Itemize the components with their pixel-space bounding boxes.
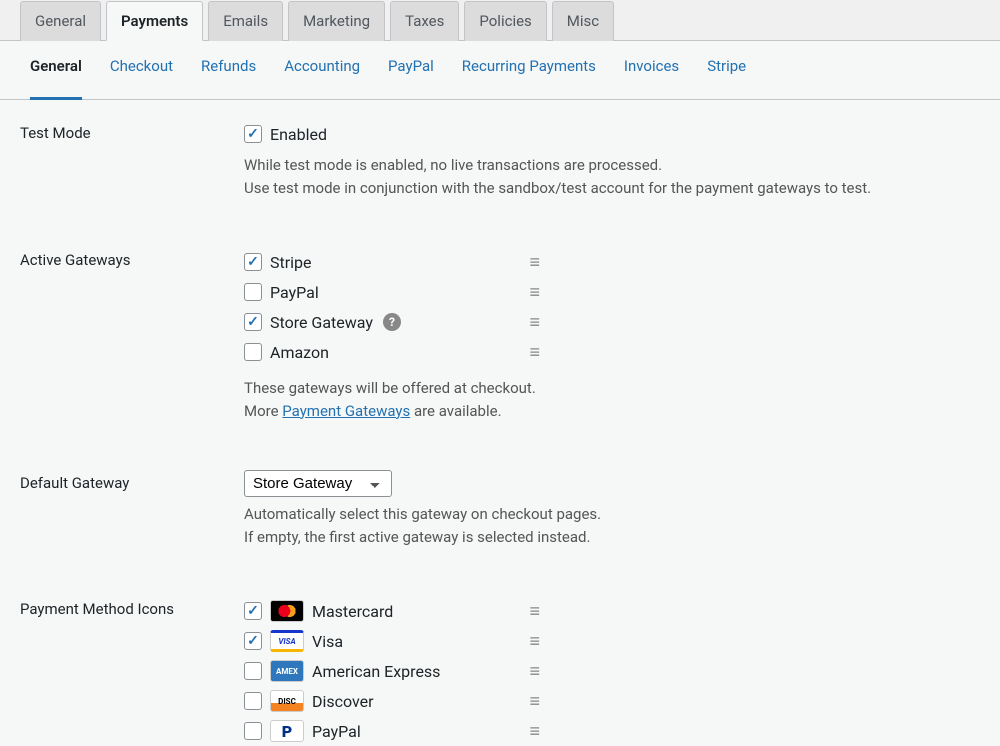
checkbox-icon-visa[interactable] [244,632,262,650]
payment-icon-row-discover: DISC Discover ≡ [244,686,544,716]
main-tab-payments[interactable]: Payments [106,1,203,41]
checkbox-label-test-mode: Enabled [270,125,327,144]
sub-tab-recurring-payments[interactable]: Recurring Payments [462,53,596,87]
setting-default-gateway: Default Gateway StripePayPalStore Gatewa… [20,470,980,548]
payment-icon-label: American Express [312,662,440,681]
drag-handle-icon[interactable]: ≡ [525,721,544,742]
desc-gateways-1: These gateways will be offered at checko… [244,379,536,397]
sub-tabs: General Checkout Refunds Accounting PayPal Re… [0,41,1000,100]
card-brand-icon: DISC [270,690,304,712]
payment-icon-label: PayPal [312,722,361,741]
checkbox-gateway-paypal[interactable] [244,283,262,301]
payment-icon-row-paypal: P PayPal ≡ [244,716,544,746]
help-icon[interactable]: ? [383,313,401,331]
setting-payment-icons: Payment Method Icons Mastercard ≡ VISA Visa… [20,596,980,746]
desc-gateways-more-post: are available. [410,402,501,420]
main-tab-policies[interactable]: Policies [464,1,546,41]
label-payment-icons: Payment Method Icons [20,596,244,618]
checkbox-test-mode[interactable] [244,125,262,143]
main-tabs: GeneralPaymentsEmailsMarketingTaxesPolic… [0,0,1000,41]
payment-icon-label: Mastercard [312,602,393,621]
sub-tab-refunds[interactable]: Refunds [201,53,256,87]
drag-handle-icon[interactable]: ≡ [525,601,544,622]
drag-handle-icon[interactable]: ≡ [525,661,544,682]
gateway-label: Amazon [270,343,329,362]
sub-tab-checkout[interactable]: Checkout [110,53,173,87]
desc-gateways-more-pre: More [244,402,282,420]
checkbox-gateway-amazon[interactable] [244,343,262,361]
gateway-label: Store Gateway [270,313,373,332]
card-brand-icon [270,600,304,622]
setting-active-gateways: Active Gateways Stripe≡PayPal≡Store Gate… [20,247,980,422]
drag-handle-icon[interactable]: ≡ [525,342,544,363]
gateway-label: Stripe [270,253,312,272]
sub-tab-paypal[interactable]: PayPal [388,53,434,87]
sub-tab-accounting[interactable]: Accounting [284,53,360,87]
checkbox-icon-mastercard[interactable] [244,602,262,620]
checkbox-gateway-stripe[interactable] [244,253,262,271]
card-brand-icon: P [270,720,304,742]
label-default-gateway: Default Gateway [20,470,244,492]
main-tab-general[interactable]: General [20,1,101,41]
setting-test-mode: Test Mode Enabled While test mode is ena… [20,120,980,199]
main-tab-misc[interactable]: Misc [552,1,614,41]
sub-tab-general[interactable]: General [30,53,82,100]
desc-default-gateway-1: Automatically select this gateway on che… [244,503,980,526]
desc-test-mode-2: Use test mode in conjunction with the sa… [244,177,980,200]
checkbox-gateway-store-gateway[interactable] [244,313,262,331]
drag-handle-icon[interactable]: ≡ [525,252,544,273]
link-payment-gateways[interactable]: Payment Gateways [282,402,410,420]
payment-icon-row-mastercard: Mastercard ≡ [244,596,544,626]
select-default-gateway[interactable]: StripePayPalStore GatewayAmazon [244,470,392,497]
checkbox-icon-discover[interactable] [244,692,262,710]
gateway-row-stripe: Stripe ≡ [244,247,544,277]
gateway-label: PayPal [270,283,319,302]
desc-test-mode-1: While test mode is enabled, no live tran… [244,154,980,177]
payment-icon-label: Visa [312,632,343,651]
drag-handle-icon[interactable]: ≡ [525,691,544,712]
gateway-row-amazon: Amazon ≡ [244,337,544,367]
drag-handle-icon[interactable]: ≡ [525,282,544,303]
desc-default-gateway-2: If empty, the first active gateway is se… [244,526,980,549]
payment-icon-row-visa: VISA Visa ≡ [244,626,544,656]
checkbox-icon-paypal[interactable] [244,722,262,740]
main-tab-emails[interactable]: Emails [208,1,283,41]
gateway-row-paypal: PayPal ≡ [244,277,544,307]
card-brand-icon: VISA [270,630,304,652]
main-tab-taxes[interactable]: Taxes [390,1,459,41]
sub-tab-invoices[interactable]: Invoices [624,53,679,87]
main-tab-marketing[interactable]: Marketing [288,1,385,41]
drag-handle-icon[interactable]: ≡ [525,312,544,333]
payment-icon-label: Discover [312,692,374,711]
gateway-row-store-gateway: Store Gateway? ≡ [244,307,544,337]
drag-handle-icon[interactable]: ≡ [525,631,544,652]
card-brand-icon: AMEX [270,660,304,682]
label-test-mode: Test Mode [20,120,244,142]
checkbox-icon-american-express[interactable] [244,662,262,680]
sub-tab-stripe[interactable]: Stripe [707,53,746,87]
payment-icon-row-american-express: AMEX American Express ≡ [244,656,544,686]
label-active-gateways: Active Gateways [20,247,244,269]
